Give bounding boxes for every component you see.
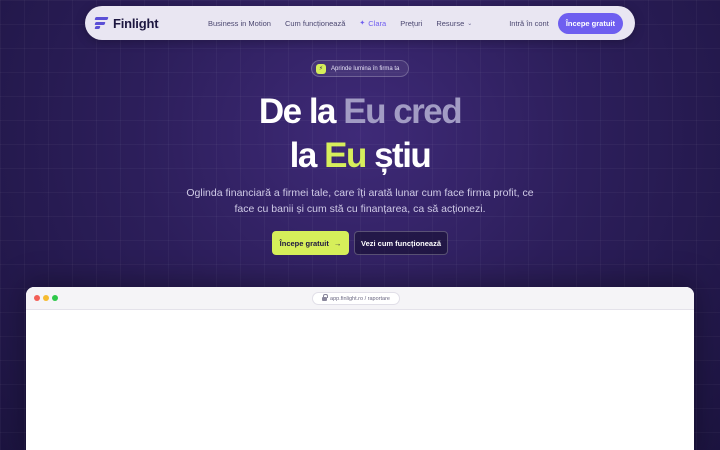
headline-part: la bbox=[289, 136, 318, 175]
address-url: app.finlight.ro / raportare bbox=[330, 295, 390, 302]
headline-highlight: Eu bbox=[324, 136, 367, 175]
start-free-button[interactable]: Începe gratuit → bbox=[272, 231, 349, 255]
headline-part: știu bbox=[374, 136, 432, 175]
nav-links: Business in Motion Cum funcționează ✦ Cla… bbox=[208, 19, 472, 28]
headline-part: De la bbox=[258, 92, 337, 131]
nav-link-business-in-motion[interactable]: Business in Motion bbox=[208, 19, 271, 28]
nav-link-label: Prețuri bbox=[400, 18, 423, 28]
nav-link-label: Business in Motion bbox=[208, 18, 271, 28]
how-it-works-button[interactable]: Vezi cum funcționează bbox=[354, 231, 448, 255]
hero-subtitle: Oglinda financiară a firmei tale, care î… bbox=[186, 187, 534, 215]
announcement-badge[interactable]: ⚡ Aprinde lumina în firma ta bbox=[311, 60, 409, 77]
brand-name: Finlight bbox=[113, 15, 159, 31]
hero-headline-line1: De la Eu cred bbox=[0, 94, 720, 129]
nav-link-label: Cum funcționează bbox=[284, 18, 346, 28]
brand-logo[interactable]: Finlight bbox=[94, 15, 205, 31]
nav-actions: Intră în cont Începe gratuit bbox=[509, 12, 623, 34]
badge-text: Aprinde lumina în firma ta bbox=[331, 65, 400, 72]
finlight-logo-icon bbox=[94, 17, 109, 29]
browser-toolbar: app.finlight.ro / raportare bbox=[26, 287, 694, 310]
bolt-icon: ⚡ bbox=[316, 63, 326, 74]
how-it-works-label: Vezi cum funcționează bbox=[360, 238, 442, 248]
maximize-dot-icon bbox=[52, 295, 58, 301]
nav-link-preturi[interactable]: Prețuri bbox=[400, 19, 422, 28]
nav-link-label: Resurse bbox=[436, 18, 465, 28]
nav-link-clara[interactable]: ✦ Clara bbox=[359, 19, 386, 28]
close-dot-icon bbox=[34, 295, 40, 301]
browser-mockup: app.finlight.ro / raportare bbox=[26, 287, 694, 450]
login-link[interactable]: Intră în cont bbox=[509, 19, 549, 28]
lock-icon bbox=[322, 294, 329, 301]
top-navbar: Finlight Business in Motion Cum funcțion… bbox=[85, 6, 635, 40]
nav-start-free-button[interactable]: Începe gratuit bbox=[557, 12, 623, 34]
nav-link-label: Clara bbox=[368, 18, 387, 28]
start-free-label: Începe gratuit bbox=[279, 238, 329, 248]
chevron-down-icon: ⌄ bbox=[467, 20, 473, 27]
hero-headline-line2: la Eu știu bbox=[0, 138, 720, 173]
headline-part: Eu cred bbox=[343, 92, 462, 131]
address-bar: app.finlight.ro / raportare bbox=[312, 292, 400, 305]
browser-content bbox=[26, 310, 694, 450]
minimize-dot-icon bbox=[43, 295, 49, 301]
arrow-right-icon: → bbox=[333, 238, 342, 248]
nav-link-resurse[interactable]: Resurse ⌄ bbox=[436, 19, 472, 28]
sparkle-icon: ✦ bbox=[359, 20, 366, 27]
nav-link-cum-functioneaza[interactable]: Cum funcționează bbox=[285, 19, 345, 28]
